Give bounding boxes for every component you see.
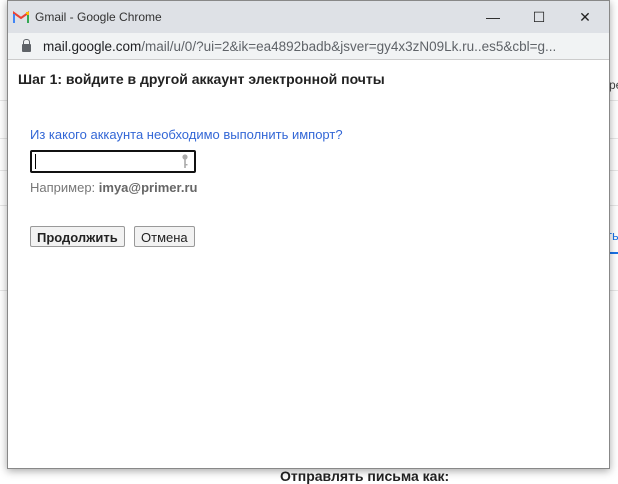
email-input[interactable] — [30, 150, 196, 173]
lock-icon — [22, 39, 31, 52]
popup-window: Gmail - Google Chrome — ☐ ✕ mail.google.… — [7, 0, 610, 469]
text-caret — [35, 154, 36, 169]
key-icon[interactable] — [182, 154, 188, 169]
example-value: imya@primer.ru — [98, 180, 198, 195]
background-text: ре — [609, 78, 618, 92]
close-button[interactable]: ✕ — [562, 1, 608, 33]
maximize-icon: ☐ — [532, 8, 546, 25]
dialog-heading: Шаг 1: войдите в другой аккаунт электрон… — [18, 71, 385, 87]
import-question: Из какого аккаунта необходимо выполнить … — [30, 127, 343, 142]
minimize-icon: — — [486, 9, 500, 25]
example-label: Например: — [30, 180, 99, 195]
url-text[interactable]: mail.google.com/mail/u/0/?ui=2&ik=ea4892… — [43, 39, 556, 54]
gmail-icon — [13, 11, 29, 23]
cancel-button[interactable]: Отмена — [134, 226, 195, 247]
maximize-button[interactable]: ☐ — [516, 1, 562, 33]
example-hint: Например: imya@primer.ru — [30, 180, 197, 195]
title-bar[interactable]: Gmail - Google Chrome — ☐ ✕ — [8, 1, 609, 33]
minimize-button[interactable]: — — [470, 1, 516, 33]
close-icon: ✕ — [579, 8, 591, 25]
url-host: mail.google.com — [43, 38, 142, 54]
continue-button[interactable]: Продолжить — [30, 226, 125, 247]
send-as-label: Отправлять письма как: — [280, 468, 450, 484]
url-path: /mail/u/0/?ui=2&ik=ea4892badb&jsver=gy4x… — [141, 38, 557, 54]
address-bar[interactable]: mail.google.com/mail/u/0/?ui=2&ik=ea4892… — [8, 33, 609, 60]
window-title: Gmail - Google Chrome — [35, 10, 162, 24]
